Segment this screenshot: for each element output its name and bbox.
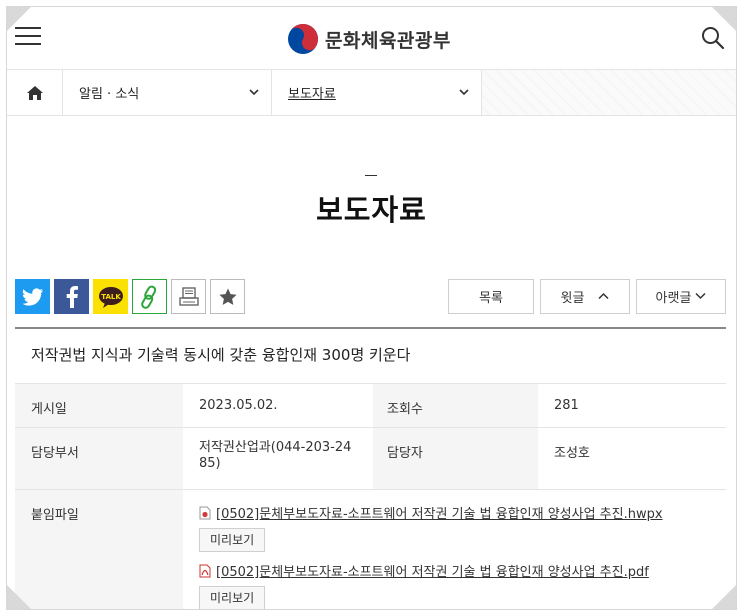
pdf-file-icon — [199, 564, 211, 577]
date-label: 게시일 — [15, 384, 183, 427]
attachment-item: [0502]문체부보도자료-소프트웨어 저작권 기술 법 융합인재 양성사업 추… — [199, 503, 710, 522]
next-post-button[interactable]: 아랫글 — [636, 279, 726, 314]
table-row: 담당부서 저작권산업과(044-203-2485) 담당자 조성호 — [15, 428, 726, 490]
table-row: 게시일 2023.05.02. 조회수 281 — [15, 383, 726, 428]
next-post-label: 아랫글 — [655, 291, 692, 306]
corner-fold — [7, 585, 31, 609]
dept-label: 담당부서 — [15, 428, 183, 489]
date-value: 2023.05.02. — [199, 398, 278, 413]
title-decoration — [365, 175, 377, 176]
link-icon[interactable] — [132, 279, 167, 314]
post-navigation: 목록 윗글 아랫글 — [448, 279, 726, 314]
taegeuk-emblem-icon — [288, 24, 318, 54]
corner-fold — [7, 7, 31, 31]
breadcrumb: 알림 · 소식 보도자료 — [7, 70, 736, 116]
attachment-list: [0502]문체부보도자료-소프트웨어 저작권 기술 법 융합인재 양성사업 추… — [183, 490, 726, 609]
kakao-label: TALK — [101, 293, 121, 301]
views-value: 281 — [554, 398, 579, 413]
manager-label: 담당자 — [373, 428, 538, 489]
page-title: 보도자료 — [316, 193, 427, 227]
title-divider — [15, 327, 726, 329]
attachment-link[interactable]: [0502]문체부보도자료-소프트웨어 저작권 기술 법 융합인재 양성사업 추… — [216, 561, 649, 580]
chevron-down-icon — [459, 86, 469, 99]
preview-button[interactable]: 미리보기 — [199, 586, 266, 609]
corner-fold — [712, 585, 736, 609]
article-title: 저작권법 지식과 기술력 동시에 갖춘 융합인재 300명 키운다 — [31, 346, 411, 364]
share-toolbar: TALK — [15, 279, 245, 314]
list-button[interactable]: 목록 — [448, 279, 534, 314]
preview-button[interactable]: 미리보기 — [199, 528, 266, 552]
favorite-star-icon[interactable] — [210, 279, 245, 314]
manager-value: 조성호 — [554, 446, 590, 461]
attachment-link[interactable]: [0502]문체부보도자료-소프트웨어 저작권 기술 법 융합인재 양성사업 추… — [216, 503, 663, 522]
chevron-down-icon — [249, 86, 259, 99]
site-logo[interactable]: 문화체육관광부 — [287, 22, 451, 56]
breadcrumb-level1-label: 알림 · 소식 — [79, 87, 140, 102]
hwp-file-icon — [199, 506, 211, 519]
home-icon[interactable] — [7, 70, 63, 115]
breadcrumb-level2-dropdown[interactable]: 보도자료 — [272, 70, 482, 115]
twitter-icon[interactable] — [15, 279, 50, 314]
table-row: 붙임파일 [0502]문체부보도자료-소프트웨어 저작권 기술 법 융합인재 양… — [15, 490, 726, 609]
page-frame: 문화체육관광부 알림 · 소식 보도자료 보도자료 TALK 목록 윗글 아랫글… — [6, 6, 737, 610]
kakaotalk-icon[interactable]: TALK — [93, 279, 128, 314]
breadcrumb-level2-label: 보도자료 — [288, 87, 336, 102]
list-button-label: 목록 — [479, 291, 503, 306]
facebook-icon[interactable] — [54, 279, 89, 314]
previous-post-label: 윗글 — [560, 291, 585, 306]
site-header: 문화체육관광부 — [7, 7, 736, 70]
article-info-table: 게시일 2023.05.02. 조회수 281 담당부서 저작권산업과(044-… — [15, 383, 726, 609]
attachments-label: 붙임파일 — [15, 490, 183, 609]
print-icon[interactable] — [171, 279, 206, 314]
dept-value: 저작권산업과(044-203-2485) — [199, 440, 352, 471]
org-name: 문화체육관광부 — [325, 29, 451, 52]
attachment-item: [0502]문체부보도자료-소프트웨어 저작권 기술 법 융합인재 양성사업 추… — [199, 561, 710, 580]
corner-fold — [712, 7, 736, 31]
chevron-up-icon — [598, 290, 609, 303]
breadcrumb-level1-dropdown[interactable]: 알림 · 소식 — [63, 70, 272, 115]
views-label: 조회수 — [373, 384, 538, 427]
chevron-down-icon — [695, 290, 706, 303]
previous-post-button[interactable]: 윗글 — [540, 279, 630, 314]
